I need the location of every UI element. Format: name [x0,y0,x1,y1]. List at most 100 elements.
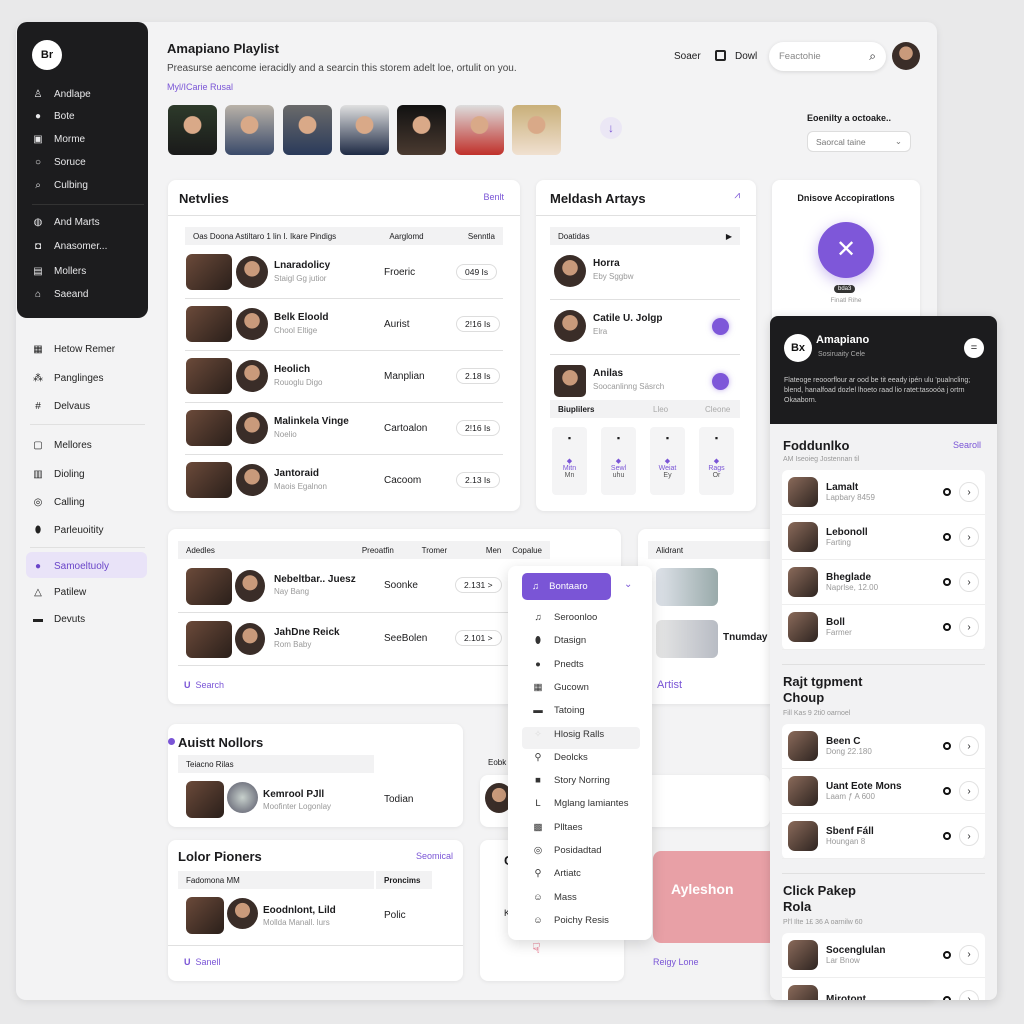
action-icon[interactable] [712,318,729,335]
chevron-right-icon[interactable]: › [959,781,979,801]
artist-photo[interactable] [454,105,504,155]
list-item[interactable]: Socenglulan Lar Bnow › [782,933,985,978]
row-title[interactable]: Anilas [593,368,623,379]
artist-photo[interactable] [339,105,389,155]
list-item[interactable]: Bheglade Naprlse, 12.00 › [782,560,985,605]
dropdown-item[interactable]: ⚲ Artiatc [532,868,581,879]
chevron-right-icon[interactable]: › [959,989,979,1000]
save-icon[interactable] [715,50,726,61]
sidebar-item[interactable]: ⬮ Parleuoitity [32,520,104,540]
duration-pill[interactable]: 2.131 > [455,577,502,593]
menu-icon[interactable]: = [964,338,984,358]
search-icon[interactable]: ⌕ [869,49,876,64]
row-title[interactable]: Horra [593,258,620,269]
sidebar-item[interactable]: ◍ And Marts [32,212,100,232]
duration-pill[interactable]: 049 Is [456,264,498,280]
dropdown-item[interactable]: ☺ Poichy Resis [532,915,609,926]
row-title[interactable]: Belk Eloold [274,312,328,323]
row-title[interactable]: Lnaradolicy [274,260,330,271]
tab[interactable]: Cleone [705,405,730,414]
promo-link[interactable]: Reigy Lone [653,957,699,967]
duration-pill[interactable]: 2!16 Is [456,420,500,436]
chevron-right-icon[interactable]: › [959,527,979,547]
duration-pill[interactable]: 2.101 > [455,630,502,646]
row-title[interactable]: Heolich [274,364,310,375]
dropdown-selected[interactable]: ♫ Bontaaro [522,573,611,600]
dropdown-item[interactable]: ⬮ Dtasign [532,635,586,646]
artist-photo[interactable] [168,105,217,155]
dropdown-item[interactable]: ✧ Hlosig Ralls [532,729,604,740]
sidebar-item[interactable]: △ Patilew [32,582,86,602]
row-title[interactable]: Catile U. Jolgp [593,313,662,324]
chevron-right-icon[interactable]: › [959,736,979,756]
sidebar-item[interactable]: # Delvaus [32,396,90,416]
chevron-right-icon[interactable]: › [959,572,979,592]
list-item[interactable]: Sbenf Fáll Houngan 8 › [782,814,985,859]
sidebar-item[interactable]: ▦ Hetow Remer [32,339,115,359]
footer-link[interactable]: U Sanell [184,957,221,967]
tab[interactable]: Lleo [653,405,705,414]
duration-pill[interactable]: 2.18 Is [456,368,500,384]
arrow-down-icon[interactable]: ↓ [600,117,622,139]
artist-photo[interactable] [397,105,447,155]
sidebar-item[interactable]: ♙ Andlape [32,84,91,104]
dropdown-item[interactable]: ☺ Mass [532,892,577,903]
sidebar-item[interactable]: ● Bote [32,106,75,126]
dropdown-item[interactable]: ♫ Seroonloo [532,612,597,623]
play-icon[interactable]: ▶ [726,232,732,241]
list-item[interactable]: Lamalt Lapbary 8459 › [782,470,985,515]
tile[interactable]: ▪ ◆ Rags Or [699,427,734,495]
sidebar-item[interactable]: ▥ Dioling [32,464,84,484]
row-title[interactable]: Nebeltbar.. Juesz [274,574,356,585]
artist-photo[interactable] [511,105,561,155]
chevron-right-icon[interactable]: › [959,944,979,965]
dropdown-item[interactable]: ◎ Posidadtad [532,845,602,856]
chevron-right-icon[interactable]: › [959,826,979,846]
header-link[interactable]: Myl/ICarie Rusal [167,82,233,92]
sidebar-item[interactable]: ▢ Mellores [32,435,92,455]
dropdown-item[interactable]: ● Pnedts [532,659,583,670]
sidebar-item[interactable]: ▤ Mollers [32,261,86,281]
tab[interactable]: Biuplilers [558,405,653,414]
search-link[interactable]: U Search [184,680,224,690]
sidebar-item[interactable]: ▬ Devuts [32,609,85,629]
tile[interactable]: ▪ ◆ Mitn Mn [552,427,587,495]
list-item[interactable]: Lebonoll Farting › [782,515,985,560]
top-link-dowl[interactable]: Dowl [735,51,757,62]
duration-pill[interactable]: 2!16 Is [456,316,500,332]
artist-link[interactable]: Artist [657,679,682,691]
promo-banner[interactable]: Ayleshon [653,851,770,943]
dropdown-item[interactable]: ▬ Tatoing [532,705,584,716]
dropdown-item[interactable]: L Mglang lamiantes [532,798,628,809]
action-icon[interactable] [712,373,729,390]
sidebar-item[interactable]: ▣ Morme [32,129,85,149]
tile[interactable]: ▪ ◆ Weiat Ey [650,427,685,495]
dropdown-item[interactable]: ■ Story Norring [532,775,610,786]
sidebar-item[interactable]: ◘ Anasomer... [32,236,107,256]
section-action[interactable]: Searoll [953,440,981,450]
dropdown-item[interactable]: ▦ Gucown [532,682,589,693]
sidebar-item[interactable]: ⁂ Panglinges [32,368,103,388]
sidebar-item[interactable]: ● Samoeltuoly [32,556,109,576]
row-title[interactable]: Jantoraid [274,468,319,479]
artist-photo[interactable] [225,105,275,155]
close-icon[interactable]: ✕ [818,222,874,278]
card-action[interactable]: Seomical [416,851,453,861]
sidebar-item[interactable]: ◎ Calling [32,492,85,512]
user-avatar[interactable] [892,42,920,70]
search-input[interactable]: Feactohie ⌕ [769,42,886,71]
top-link-soaer[interactable]: Soaer [674,51,701,62]
filter-select[interactable]: Saorcal taine ⌄ [807,131,911,152]
sidebar-item[interactable]: ⌕ Culbing [32,175,88,195]
list-item[interactable]: Uant Eote Mons Laam ƒ A 600 › [782,769,985,814]
list-item[interactable]: Boll Farmer › [782,605,985,650]
list-item[interactable]: Mirotont › [782,978,985,1000]
list-item[interactable]: Been C Dong 22.180 › [782,724,985,769]
dropdown-item[interactable]: ⚲ Deolcks [532,752,588,763]
row-title[interactable]: JahDne Reick [274,627,340,638]
dropdown-item[interactable]: ▩ Plltaes [532,822,583,833]
sidebar-item[interactable]: ⌂ Saeand [32,284,89,304]
row-title[interactable]: Malinkela Vinge [274,416,349,427]
tile[interactable]: ▪ ◆ Sewl uhu [601,427,636,495]
sidebar-item[interactable]: ○ Soruce [32,152,86,172]
